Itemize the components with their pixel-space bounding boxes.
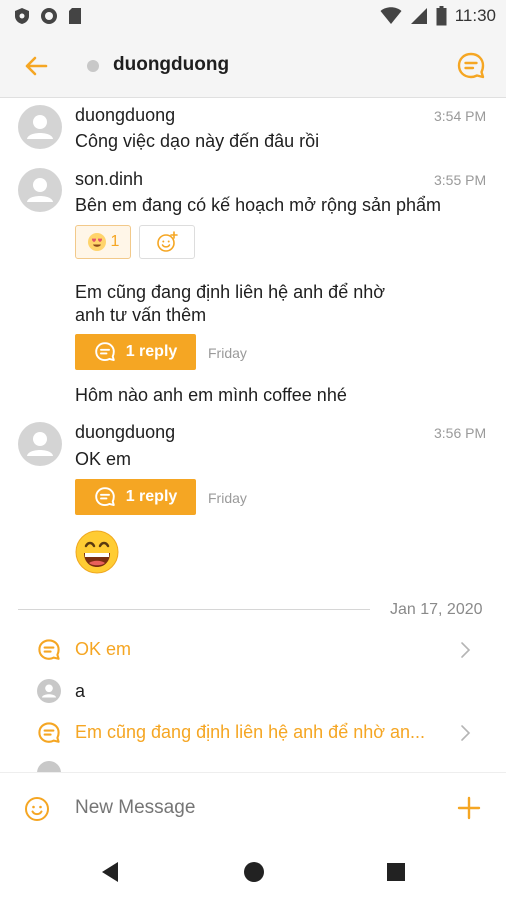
add-emoji-icon: [157, 231, 178, 252]
threads-icon[interactable]: [456, 51, 486, 81]
reply-count-label: 1 reply: [125, 488, 178, 505]
date-divider-label: Jan 17, 2020: [390, 601, 483, 618]
message-time: 3:56 PM: [434, 425, 487, 441]
user-icon: [27, 178, 53, 202]
user-icon: [41, 684, 57, 698]
chevron-right-icon[interactable]: [458, 724, 472, 742]
message-text-line: Em cũng đang định liên hệ anh để nhờ: [75, 282, 386, 302]
chevron-right-icon[interactable]: [458, 641, 472, 659]
thread-reply-button[interactable]: 1 reply: [75, 334, 196, 370]
message-text: Hôm nào anh em mình coffee nhé: [75, 385, 347, 405]
plus-icon[interactable]: [456, 795, 482, 821]
avatar[interactable]: [37, 679, 61, 703]
message-text: OK em: [75, 449, 132, 469]
avatar[interactable]: [18, 105, 62, 149]
back-arrow-icon[interactable]: [22, 52, 50, 80]
thread-reply-button[interactable]: 1 reply: [75, 479, 196, 515]
message-time: 3:55 PM: [434, 172, 487, 188]
home-circle-icon[interactable]: [240, 858, 268, 886]
user-icon: [27, 432, 53, 456]
list-item-label[interactable]: a: [75, 681, 85, 702]
presence-dot: [87, 60, 99, 72]
reply-count-label: 1 reply: [125, 343, 178, 360]
back-triangle-icon[interactable]: [96, 858, 124, 886]
user-icon: [27, 115, 53, 139]
thread-icon: [94, 487, 115, 507]
recents-square-icon[interactable]: [382, 858, 410, 886]
message-input[interactable]: [75, 797, 405, 819]
sd-card-icon: [69, 8, 81, 24]
heart-eyes-emoji-icon: [87, 233, 106, 251]
thread-item-label[interactable]: OK em: [75, 639, 131, 660]
message-text: Em cũng đang định liên hệ anh để nhờ anh…: [75, 281, 385, 327]
signal-icon: [410, 8, 427, 24]
reaction-count: 1: [110, 233, 120, 250]
avatar[interactable]: [18, 422, 62, 466]
reaction-chip[interactable]: 1: [75, 225, 131, 259]
system-nav-bar: [0, 844, 506, 900]
thread-icon: [38, 722, 60, 743]
message-author[interactable]: son.dinh: [75, 169, 143, 190]
message-author[interactable]: duongduong: [75, 105, 175, 126]
message-text-line: anh tư vấn thêm: [75, 305, 207, 325]
grinning-emoji-icon: [75, 530, 119, 574]
status-bar: 11:30: [0, 0, 506, 34]
clock: 11:30: [454, 6, 496, 25]
message-author[interactable]: duongduong: [75, 422, 175, 443]
thread-item-label[interactable]: Em cũng đang định liên hệ anh để nhờ an.…: [75, 722, 447, 743]
thread-icon: [94, 342, 115, 362]
avatar[interactable]: [18, 168, 62, 212]
avatar[interactable]: [37, 761, 61, 772]
wifi-icon: [380, 7, 402, 24]
emoji-icon[interactable]: [24, 796, 50, 822]
shield-icon: [15, 8, 29, 24]
date-divider-line: [18, 609, 370, 610]
message-composer: [0, 772, 506, 844]
app-bar: duongduong: [0, 34, 506, 98]
channel-title: duongduong: [113, 54, 230, 75]
record-icon: [41, 8, 57, 24]
message-text: Công việc dạo này đến đâu rồi: [75, 131, 320, 151]
message-text: Bên em đang có kế hoạch mở rộng sản phẩm: [75, 195, 442, 215]
add-reaction-button[interactable]: [139, 225, 195, 259]
thread-icon: [38, 639, 60, 660]
battery-icon: [436, 6, 447, 26]
message-list[interactable]: duongduong 3:54 PM Công việc dạo này đến…: [0, 99, 506, 772]
reply-day: Friday: [208, 490, 247, 506]
message-time: 3:54 PM: [434, 108, 487, 124]
reply-day: Friday: [208, 345, 247, 361]
